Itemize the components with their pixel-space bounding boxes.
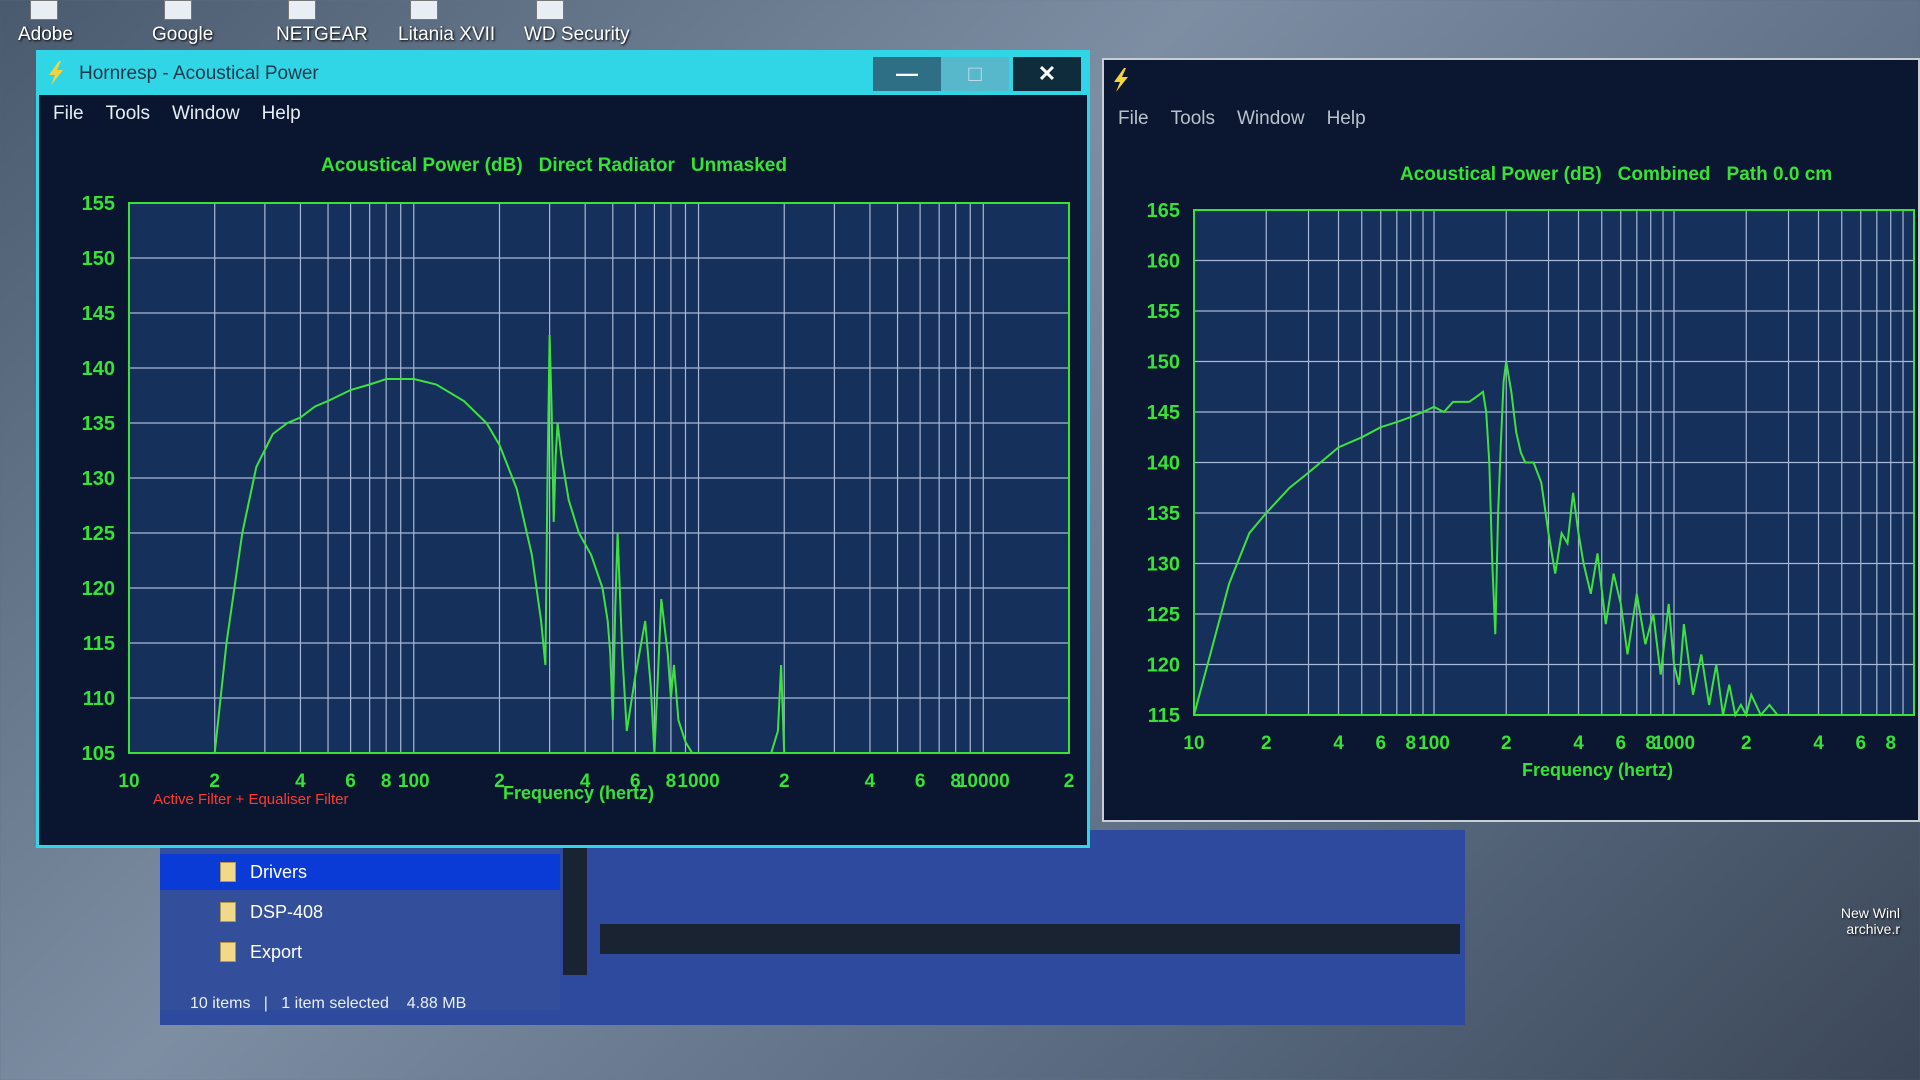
y-tick-label: 165 bbox=[1147, 200, 1180, 222]
x-tick-label: 6 bbox=[915, 771, 926, 792]
desktop-shortcut-new-winrar-archive[interactable]: New Winl archive.r bbox=[1790, 905, 1900, 937]
item-count: 10 items bbox=[190, 995, 251, 1012]
plot-title: Acoustical Power (dB) Combined Path 0.0 cm bbox=[1400, 164, 1833, 185]
y-tick-label: 135 bbox=[82, 413, 115, 435]
y-tick-label: 155 bbox=[1147, 301, 1180, 323]
selection-count: 1 item selected bbox=[281, 995, 389, 1012]
x-tick-label: 4 bbox=[1813, 733, 1824, 754]
x-tick-label: 4 bbox=[1573, 733, 1584, 754]
x-tick-label: 4 bbox=[295, 771, 306, 792]
x-axis-label: Frequency (hertz) bbox=[503, 783, 655, 803]
y-tick-label: 115 bbox=[1148, 705, 1180, 727]
folder-icon bbox=[220, 942, 236, 962]
minimize-button[interactable]: — bbox=[873, 57, 941, 91]
hornresp-combined-window: File Tools Window Help Acoustical Power … bbox=[1102, 58, 1920, 822]
y-tick-label: 120 bbox=[82, 578, 115, 600]
lightning-icon bbox=[1114, 68, 1128, 92]
menu-help[interactable]: Help bbox=[1327, 108, 1366, 130]
nav-item-label: DSP-408 bbox=[250, 901, 324, 922]
x-tick-label: 4 bbox=[1333, 733, 1344, 754]
horizontal-scrollbar[interactable] bbox=[600, 924, 1460, 954]
selection-size: 4.88 MB bbox=[406, 995, 467, 1012]
menu-file[interactable]: File bbox=[1118, 108, 1149, 130]
y-tick-label: 110 bbox=[83, 688, 115, 710]
navigation-pane: Drivers DSP-408 Export bbox=[160, 840, 560, 1010]
x-tick-label: 8 bbox=[381, 771, 392, 792]
y-tick-label: 115 bbox=[83, 633, 115, 655]
menu-bar: File Tools Window Help bbox=[1104, 102, 1918, 136]
y-tick-label: 120 bbox=[1147, 655, 1180, 677]
y-tick-label: 125 bbox=[82, 523, 115, 545]
y-tick-label: 155 bbox=[82, 193, 115, 215]
menu-tools[interactable]: Tools bbox=[1171, 108, 1215, 130]
y-tick-label: 145 bbox=[1147, 402, 1180, 424]
x-tick-label: 2 bbox=[1261, 733, 1272, 754]
y-tick-label: 130 bbox=[82, 468, 115, 490]
x-tick-label: 6 bbox=[345, 771, 356, 792]
x-tick-label: 2 bbox=[209, 771, 220, 792]
menu-bar: File Tools Window Help bbox=[39, 97, 1087, 131]
menu-file[interactable]: File bbox=[53, 103, 84, 125]
y-tick-label: 140 bbox=[82, 358, 115, 380]
y-tick-label: 140 bbox=[1147, 453, 1180, 475]
hornresp-acoustical-power-window: Hornresp - Acoustical Power — □ ✕ File T… bbox=[36, 50, 1090, 848]
x-tick-label: 8 bbox=[1405, 733, 1416, 754]
x-tick-label: 6 bbox=[1375, 733, 1386, 754]
folder-icon bbox=[220, 902, 236, 922]
wd-security-icon bbox=[536, 0, 564, 20]
x-tick-label: 8 bbox=[666, 771, 677, 792]
menu-help[interactable]: Help bbox=[262, 103, 301, 125]
x-tick-label: 1000 bbox=[677, 771, 719, 792]
x-tick-label: 10 bbox=[118, 771, 139, 792]
x-tick-label: 2 bbox=[1741, 733, 1752, 754]
x-tick-label: 4 bbox=[865, 771, 876, 792]
window-title: Hornresp - Acoustical Power bbox=[79, 63, 319, 84]
x-tick-label: 8 bbox=[1885, 733, 1896, 754]
y-tick-label: 135 bbox=[1147, 503, 1180, 525]
y-tick-label: 145 bbox=[82, 303, 115, 325]
adobe-icon bbox=[30, 0, 58, 20]
acoustical-power-chart-combined: 11512012513013514014515015516016510 2 4 6 8 1… bbox=[1147, 200, 1915, 754]
x-tick-label: 100 bbox=[1418, 733, 1450, 754]
y-tick-label: 105 bbox=[82, 743, 115, 765]
nav-item-label: Export bbox=[250, 941, 303, 962]
y-tick-label: 130 bbox=[1147, 554, 1180, 576]
x-tick-label: 100 bbox=[398, 771, 430, 792]
x-tick-label: 6 bbox=[1855, 733, 1866, 754]
x-axis-label: Frequency (hertz) bbox=[1522, 760, 1674, 780]
google-icon bbox=[164, 0, 192, 20]
netgear-icon bbox=[288, 0, 316, 20]
menu-window[interactable]: Window bbox=[1237, 108, 1305, 130]
nav-item-drivers[interactable]: Drivers bbox=[160, 854, 560, 890]
x-tick-label: 2 bbox=[779, 771, 790, 792]
menu-tools[interactable]: Tools bbox=[106, 103, 150, 125]
y-tick-label: 160 bbox=[1147, 251, 1180, 273]
file-explorer-window: Drivers DSP-408 Export 10 items | 1 item… bbox=[160, 830, 1465, 1025]
acoustical-power-chart-direct-radiator: 10511011512012513013514014515015510 2 4 6 8 1… bbox=[82, 193, 1075, 792]
lightning-icon bbox=[49, 61, 63, 85]
x-tick-label: 10 bbox=[1183, 733, 1204, 754]
status-bar: 10 items | 1 item selected 4.88 MB bbox=[190, 995, 467, 1012]
close-button[interactable]: ✕ bbox=[1013, 57, 1081, 91]
plot-title: Acoustical Power (dB) Direct Radiator Unma… bbox=[321, 155, 787, 176]
y-tick-label: 125 bbox=[1147, 604, 1180, 626]
filter-status-note: Active Filter + Equaliser Filter bbox=[153, 791, 349, 808]
y-tick-label: 150 bbox=[1147, 352, 1180, 374]
maximize-button[interactable]: □ bbox=[941, 57, 1009, 91]
title-bar[interactable] bbox=[1104, 60, 1918, 102]
nav-item-label: Drivers bbox=[250, 861, 307, 882]
nav-item-dsp-408[interactable]: DSP-408 bbox=[160, 894, 560, 930]
nav-item-export[interactable]: Export bbox=[160, 934, 560, 970]
y-tick-label: 150 bbox=[82, 248, 115, 270]
vertical-scrollbar[interactable] bbox=[563, 840, 587, 975]
folder-icon bbox=[220, 862, 236, 882]
x-tick-label: 2 bbox=[1064, 771, 1075, 792]
menu-window[interactable]: Window bbox=[172, 103, 240, 125]
x-tick-label: 6 bbox=[1615, 733, 1626, 754]
title-bar[interactable]: Hornresp - Acoustical Power — □ ✕ bbox=[39, 53, 1087, 95]
x-tick-label: 1000 bbox=[1653, 733, 1695, 754]
litania-icon bbox=[410, 0, 438, 20]
x-tick-label: 10000 bbox=[957, 771, 1010, 792]
x-tick-label: 2 bbox=[1501, 733, 1512, 754]
